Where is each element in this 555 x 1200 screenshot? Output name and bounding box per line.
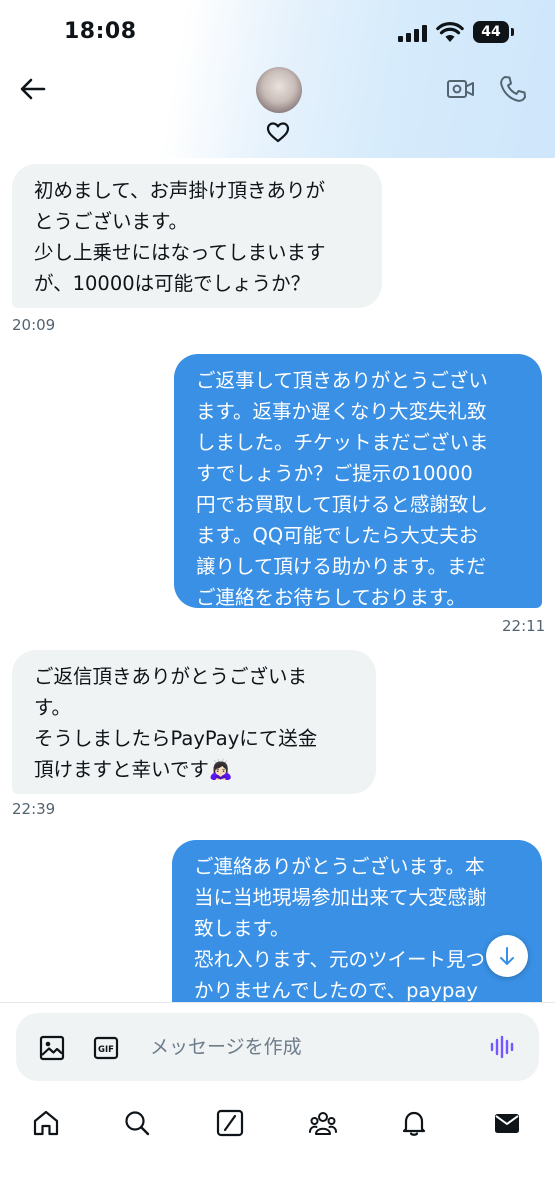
cellular-signal-icon [398,24,428,42]
battery-tip [511,28,514,36]
grok-icon[interactable] [215,1108,245,1138]
avatar[interactable] [256,67,302,113]
back-arrow-icon[interactable] [18,74,48,104]
communities-icon[interactable] [308,1108,338,1138]
message-timestamp: 22:11 [502,617,546,635]
status-bar: 18:08 44 [0,0,555,64]
messages-icon[interactable] [492,1108,522,1138]
voice-message-icon[interactable] [488,1032,518,1062]
message-bubble-outgoing[interactable]: ご返事して頂きありがとうござい ます。返事か遅くなり大変失礼致 しました。チケッ… [174,354,542,609]
message-bubble-incoming[interactable]: ご返信頂きありがとうございま す。 そうしましたらPayPayにて送金 頂けます… [12,650,376,794]
svg-text:GIF: GIF [98,1045,114,1055]
battery-indicator: 44 [473,21,509,43]
search-icon[interactable] [122,1108,152,1138]
message-bubble-outgoing[interactable]: ご連絡ありがとうございます。本 当に当地現場参加出来て大変感謝 致します。 恐れ… [172,840,542,1002]
message-timestamp: 22:39 [12,800,56,818]
wifi-icon [436,22,464,42]
scroll-to-bottom-button[interactable] [486,935,528,977]
phone-call-icon[interactable] [498,74,528,104]
status-time: 18:08 [64,19,137,44]
gif-icon[interactable]: GIF [92,1034,120,1062]
image-icon[interactable] [38,1034,66,1062]
message-input[interactable]: メッセージを作成 [150,1032,470,1062]
heart-icon[interactable] [266,121,290,143]
message-bubble-incoming[interactable]: 初めまして、お声掛け頂きありが とうございます。 少し上乗せにはなってしまいます… [12,164,382,308]
home-icon[interactable] [31,1108,61,1138]
arrow-down-icon [500,947,514,965]
notifications-icon[interactable] [399,1108,429,1138]
video-call-icon[interactable] [446,74,476,104]
bottom-tab-bar [0,1092,555,1200]
message-timestamp: 20:09 [12,316,56,334]
